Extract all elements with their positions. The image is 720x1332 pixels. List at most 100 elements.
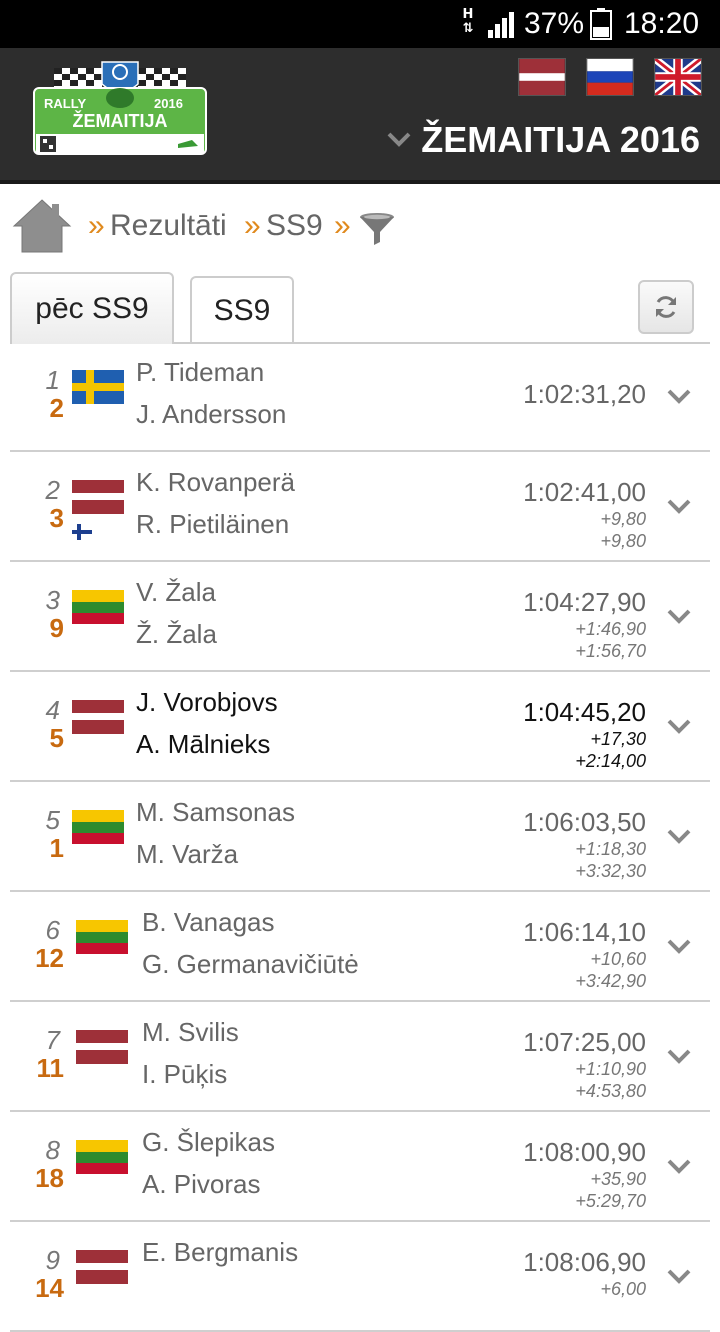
lithuania-flag-icon — [76, 1140, 128, 1174]
status-bar: H ⇅ 37% 18:20 — [0, 0, 720, 48]
total-time: 1:04:45,20 — [523, 697, 646, 727]
car-number: 2 — [49, 393, 64, 423]
gap-to-previous: +1:18,30 — [575, 839, 646, 859]
filter-icon[interactable] — [358, 212, 396, 248]
results-tabs: pēc SS9 SS9 — [10, 272, 710, 344]
gap-to-previous: +1:10,90 — [575, 1059, 646, 1079]
gap-to-previous: +1:46,90 — [575, 619, 646, 639]
rally-logo[interactable]: RALLY 2016 ŽEMAITIJA — [30, 60, 210, 168]
codriver-name: M. Varža — [136, 839, 239, 869]
russian-language-flag[interactable] — [586, 58, 634, 96]
codriver-name: A. Mālnieks — [136, 729, 271, 759]
battery-percent: 37% — [524, 7, 585, 40]
battery-icon — [590, 8, 612, 40]
total-time: 1:08:00,90 — [523, 1137, 646, 1167]
logo-year-text: 2016 — [154, 96, 183, 111]
lithuania-flag-icon — [76, 920, 128, 954]
latvian-language-flag[interactable] — [518, 58, 566, 96]
gap-to-previous: +17,30 — [590, 729, 646, 749]
position-number: 9 — [45, 1245, 60, 1275]
logo-rally-text: RALLY — [44, 96, 86, 111]
position-number: 6 — [45, 915, 60, 945]
codriver-name: Ž. Žala — [136, 619, 217, 649]
position-number: 5 — [45, 805, 60, 835]
tab-after-ss9[interactable]: pēc SS9 — [10, 272, 174, 344]
total-time: 1:06:14,10 — [523, 917, 646, 947]
refresh-icon — [656, 296, 676, 318]
total-time: 1:02:41,00 — [523, 477, 646, 507]
breadcrumb-stage-link[interactable]: SS9 — [266, 208, 323, 244]
sweden-flag-icon — [72, 370, 124, 404]
car-number: 11 — [36, 1053, 65, 1083]
total-time: 1:04:27,90 — [523, 587, 646, 617]
total-time: 1:06:03,50 — [523, 807, 646, 837]
breadcrumb-results-link[interactable]: Rezultāti — [110, 208, 227, 244]
gap-to-previous: +10,60 — [590, 949, 646, 969]
gap-to-previous: +35,90 — [590, 1169, 646, 1189]
signal-icon — [488, 12, 514, 38]
driver-name: B. Vanagas — [142, 907, 275, 937]
app-header: RALLY 2016 ŽEMAITIJA ŽEMAITIJA 2016 — [0, 48, 720, 184]
car-number: 12 — [35, 943, 64, 973]
total-time: 1:02:31,20 — [523, 379, 646, 409]
breadcrumb-separator: » — [334, 209, 351, 242]
lithuania-flag-icon — [72, 810, 124, 844]
chevron-down-icon[interactable] — [386, 130, 412, 150]
refresh-button[interactable] — [638, 280, 694, 334]
latvia-flag-icon — [76, 1250, 128, 1284]
driver-name: J. Vorobjovs — [136, 687, 278, 717]
lithuania-flag-icon — [72, 590, 124, 624]
gap-to-leader: +3:42,90 — [575, 971, 646, 991]
chevron-down-icon[interactable] — [666, 386, 692, 406]
driver-name: K. Rovanperä — [136, 467, 295, 497]
result-row[interactable]: 2 3 K. Rovanperä R. Pietiläinen 1:02:41,00 +9… — [10, 452, 710, 562]
latvia-flag-icon — [76, 1030, 128, 1064]
codriver-name: G. Germanavičiūtė — [142, 949, 359, 979]
result-row[interactable]: 4 5 J. Vorobjovs A. Mālnieks 1:04:45,20 +17,3… — [10, 672, 710, 782]
finland-flag-icon — [72, 524, 92, 540]
position-number: 4 — [45, 695, 60, 725]
car-number: 3 — [49, 503, 64, 533]
tab-ss9[interactable]: SS9 — [190, 276, 294, 342]
result-row[interactable]: 9 14 E. Bergmanis 1:08:06,90 +6,00 — [10, 1222, 710, 1332]
chevron-down-icon[interactable] — [666, 1046, 692, 1066]
total-time: 1:07:25,00 — [523, 1027, 646, 1057]
breadcrumb-separator: » — [244, 209, 261, 242]
chevron-down-icon[interactable] — [666, 606, 692, 626]
chevron-down-icon[interactable] — [666, 826, 692, 846]
result-row[interactable]: 8 18 G. Šlepikas A. Pivoras 1:08:00,90 +35,90… — [10, 1112, 710, 1222]
gap-to-previous: +6,00 — [600, 1279, 646, 1299]
car-number: 18 — [35, 1163, 64, 1193]
breadcrumb-separator: » — [88, 209, 105, 242]
result-row[interactable]: 3 9 V. Žala Ž. Žala 1:04:27,90 +1:46,90 +1:56,… — [10, 562, 710, 672]
gap-to-leader: +2:14,00 — [575, 751, 646, 771]
result-row[interactable]: 6 12 B. Vanagas G. Germanavičiūtė 1:06:14,10… — [10, 892, 710, 1002]
event-selector-title[interactable]: ŽEMAITIJA 2016 — [421, 118, 700, 162]
codriver-name: R. Pietiläinen — [136, 509, 290, 539]
gap-to-leader: +4:53,80 — [575, 1081, 646, 1101]
chevron-down-icon[interactable] — [666, 1156, 692, 1176]
gap-to-leader: +9,80 — [600, 531, 646, 551]
car-number: 5 — [49, 723, 64, 753]
driver-name: P. Tideman — [136, 357, 265, 387]
chevron-down-icon[interactable] — [666, 936, 692, 956]
logo-name-text: ŽEMAITIJA — [72, 110, 167, 131]
home-icon[interactable] — [12, 198, 72, 254]
english-language-flag[interactable] — [654, 58, 702, 96]
gap-to-previous: +9,80 — [600, 509, 646, 529]
driver-name: M. Svilis — [142, 1017, 239, 1047]
driver-name: G. Šlepikas — [142, 1127, 275, 1157]
car-number: 9 — [49, 613, 64, 643]
chevron-down-icon[interactable] — [666, 496, 692, 516]
gap-to-leader: +5:29,70 — [575, 1191, 646, 1211]
result-row[interactable]: 1 2 P. Tideman J. Andersson 1:02:31,20 — [10, 342, 710, 452]
codriver-name: J. Andersson — [136, 399, 287, 429]
car-number: 14 — [35, 1273, 64, 1303]
total-time: 1:08:06,90 — [523, 1247, 646, 1277]
chevron-down-icon[interactable] — [666, 1266, 692, 1286]
result-row[interactable]: 5 1 M. Samsonas M. Varža 1:06:03,50 +1:18,30 +… — [10, 782, 710, 892]
latvia-flag-icon — [72, 700, 124, 734]
codriver-name: I. Pūķis — [142, 1059, 228, 1089]
result-row[interactable]: 7 11 M. Svilis I. Pūķis 1:07:25,00 +1:10,90 +4… — [10, 1002, 710, 1112]
chevron-down-icon[interactable] — [666, 716, 692, 736]
